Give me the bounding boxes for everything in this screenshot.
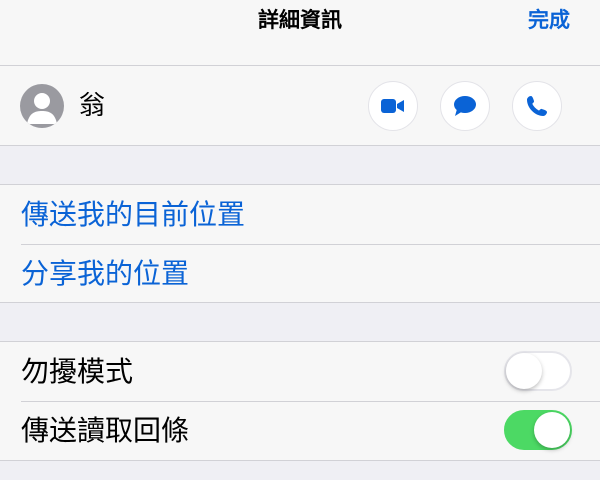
message-bubble-icon (454, 96, 476, 116)
contact-name: 翁 (79, 91, 106, 121)
do-not-disturb-label: 勿擾模式 (21, 355, 134, 388)
do-not-disturb-toggle[interactable] (504, 351, 572, 391)
navigation-bar: 詳細資訊 完成 (0, 0, 600, 66)
read-receipts-label: 傳送讀取回條 (21, 414, 190, 447)
read-receipts-row: 傳送讀取回條 (0, 401, 600, 460)
message-button[interactable] (440, 81, 490, 131)
phone-icon (527, 96, 547, 116)
share-location-button[interactable]: 分享我的位置 (0, 244, 600, 303)
toggle-knob (506, 353, 542, 389)
location-section: 傳送我的目前位置 分享我的位置 (0, 184, 600, 303)
done-button[interactable]: 完成 (528, 0, 570, 40)
video-call-button[interactable] (368, 81, 418, 131)
person-silhouette-icon (27, 93, 57, 124)
details-screen: 詳細資訊 完成 翁 傳送我的目前位置 分享我的位置 勿擾模式 傳送讀取回條 (0, 0, 600, 480)
send-current-location-button[interactable]: 傳送我的目前位置 (0, 185, 600, 244)
settings-section: 勿擾模式 傳送讀取回條 (0, 341, 600, 461)
page-title: 詳細資訊 (258, 8, 342, 32)
do-not-disturb-row: 勿擾模式 (0, 342, 600, 401)
avatar[interactable] (20, 84, 64, 128)
read-receipts-toggle[interactable] (504, 410, 572, 450)
toggle-knob (534, 412, 570, 448)
contact-row: 翁 (0, 66, 600, 146)
phone-call-button[interactable] (512, 81, 562, 131)
video-camera-icon (381, 99, 404, 113)
